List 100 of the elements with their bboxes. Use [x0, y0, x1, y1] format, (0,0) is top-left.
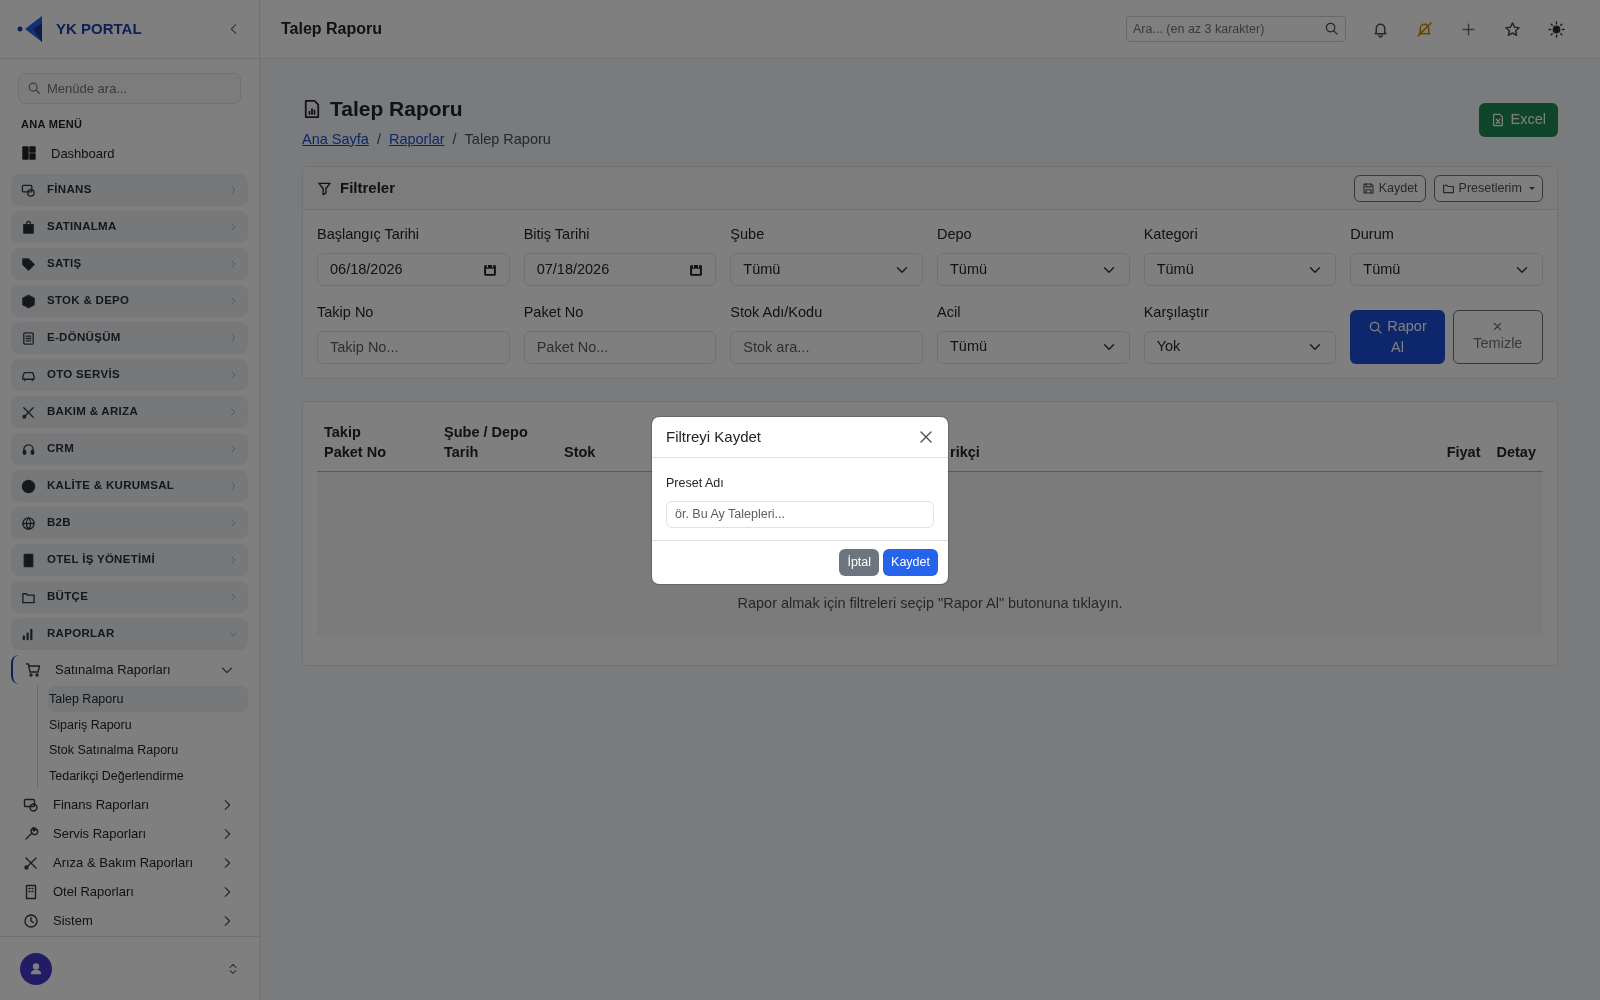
user-avatar[interactable] [20, 952, 52, 985]
empty-message: Rapor almak için filtreleri seçip "Rapor Al" butonuna tıklayın. [737, 594, 1123, 613]
sidebar-subitem[interactable]: Finans Raporları [11, 790, 248, 819]
breadcrumb-separator: / [452, 129, 457, 149]
chevron-right-icon [228, 370, 238, 380]
chevron-right-icon [228, 259, 238, 269]
sidebar-group[interactable]: E-DÖNÜŞÜM [11, 322, 248, 354]
sidebar-group[interactable]: OTEL İŞ YÖNETİMİ [11, 544, 248, 576]
dialog-title: Filtreyi Kaydet [666, 426, 762, 447]
search-field[interactable]: Ara... (en az 3 karakter) [1126, 16, 1346, 42]
field-label: Takip No [317, 303, 375, 322]
date-field[interactable]: 06/18/2026 [317, 253, 510, 286]
sidebar-subitem-link[interactable]: Sipariş Raporu [48, 711, 248, 737]
input-field[interactable]: ör. Bu Ay Talepleri... [666, 500, 934, 528]
clock-icon [23, 912, 39, 929]
select-field[interactable]: Tümü [1143, 253, 1337, 286]
select-field[interactable]: Tümü [730, 253, 923, 286]
column-header: Detay [1496, 443, 1536, 463]
sidebar-subitem-link[interactable]: Tedarikçi Değerlendirme [48, 762, 248, 788]
presets-button[interactable]: Presetlerim [1433, 174, 1543, 202]
bag-icon [21, 219, 36, 235]
field-label: Preset Adı [666, 475, 725, 492]
select-field[interactable]: Tümü [937, 330, 1130, 364]
calendar-icon [482, 262, 497, 277]
save-icon [1361, 181, 1375, 195]
globe-icon [21, 515, 36, 531]
field-label: Stok Adı/Kodu [730, 303, 824, 322]
section-label: ANA MENÜ [20, 117, 84, 132]
sidebar-group[interactable]: BÜTÇE [11, 581, 248, 613]
star-icon [1503, 20, 1521, 38]
field-label: Karşılaştır [1143, 303, 1210, 322]
sidebar-group[interactable]: STOK & DEPO [11, 285, 248, 317]
search-button[interactable]: Rapor Al [1350, 309, 1445, 364]
breadcrumb-link[interactable]: Ana Sayfa [302, 128, 369, 151]
sidebar-group[interactable]: CRM [11, 433, 248, 465]
expand-button[interactable] [227, 962, 239, 975]
muted-bell-icon [1415, 20, 1433, 38]
chevron-right-icon [228, 555, 238, 565]
sidebar-group[interactable]: OTO SERVİS [11, 359, 248, 391]
field-label: Başlangıç Tarihi [317, 225, 421, 245]
sidebar-group[interactable]: BAKIM & ARIZA [11, 396, 248, 428]
input-field[interactable]: Takip No... [317, 330, 510, 364]
breadcrumb-link[interactable]: Raporlar [388, 128, 445, 151]
chevron-right-icon [228, 444, 238, 454]
select-field[interactable]: Tümü [1350, 253, 1543, 286]
menu-search-field[interactable]: Menüde ara... [18, 73, 241, 104]
save-button[interactable]: Kaydet [883, 548, 938, 576]
dashboard-icon [21, 145, 37, 162]
breadcrumb-current: Talep Raporu [464, 129, 551, 149]
chevron-right-icon [228, 185, 238, 195]
field-label: Bitiş Tarihi [523, 225, 591, 245]
cancel-button[interactable]: İptal [839, 548, 880, 576]
breadcrumb-separator: / [376, 129, 381, 149]
card-title: Filtreler [340, 178, 396, 198]
sidebar-subitem[interactable]: Sistem [11, 906, 248, 935]
column-header: Stok [564, 443, 597, 463]
field-label: Şube [730, 225, 766, 245]
document-icon [21, 330, 36, 346]
clear-button[interactable]: Temizle [1452, 309, 1543, 364]
sidebar-group[interactable]: B2B [11, 507, 248, 539]
sidebar-group[interactable]: FİNANS [11, 174, 248, 206]
user-icon [28, 960, 44, 977]
sidebar-subitem[interactable]: Otel Raporları [11, 877, 248, 906]
chevron-right-icon [228, 592, 238, 602]
input-field[interactable]: Paket No... [523, 330, 717, 364]
field-label: Paket No [523, 303, 585, 322]
save-button[interactable]: Kaydet [1353, 174, 1426, 202]
sidebar-link[interactable]: Dashboard [11, 138, 248, 168]
wrench-icon [23, 825, 39, 842]
brand-name: YK PORTAL [56, 18, 142, 39]
column-header: Şube / Depo Tarih [444, 423, 529, 463]
input-field[interactable]: Stok ara... [730, 330, 923, 364]
sidebar-subitem[interactable]: Satınalma Raporları [11, 655, 248, 684]
field-label: Kategori [1143, 225, 1199, 245]
sidebar-subitem[interactable]: Arıza & Bakım Raporları [11, 848, 248, 877]
sidebar-subitem-link[interactable]: Stok Satınalma Raporu [48, 737, 248, 763]
money-icon [23, 796, 39, 813]
cart-icon [25, 661, 41, 678]
page-title: Talep Raporu [281, 19, 383, 39]
spreadsheet-icon [1490, 112, 1505, 127]
plus-icon [1459, 20, 1477, 38]
up-down-icon [227, 962, 239, 975]
date-field[interactable]: 07/18/2026 [523, 253, 717, 286]
select-field[interactable]: Tümü [937, 253, 1130, 286]
sidebar-group[interactable]: KALİTE & KURUMSAL [11, 470, 248, 502]
money-icon [21, 182, 36, 198]
sidebar-subitem-link[interactable]: Talep Raporu [48, 686, 248, 712]
field-label: Acil [937, 303, 962, 322]
chevron-right-icon [228, 296, 238, 306]
select-field[interactable]: Yok [1143, 330, 1337, 364]
report-icon [302, 97, 322, 120]
sidebar-group[interactable]: SATINALMA [11, 211, 248, 243]
filter-icon [317, 180, 332, 196]
field-label: Depo [937, 225, 973, 245]
sidebar-group[interactable]: RAPORLAR [11, 618, 248, 650]
excel-button[interactable]: Excel [1478, 103, 1558, 137]
sidebar-subitem[interactable]: Servis Raporları [11, 819, 248, 848]
field-label: Durum [1350, 225, 1395, 245]
sidebar-group[interactable]: SATIŞ [11, 248, 248, 280]
page-heading: Talep Raporu [330, 96, 463, 122]
